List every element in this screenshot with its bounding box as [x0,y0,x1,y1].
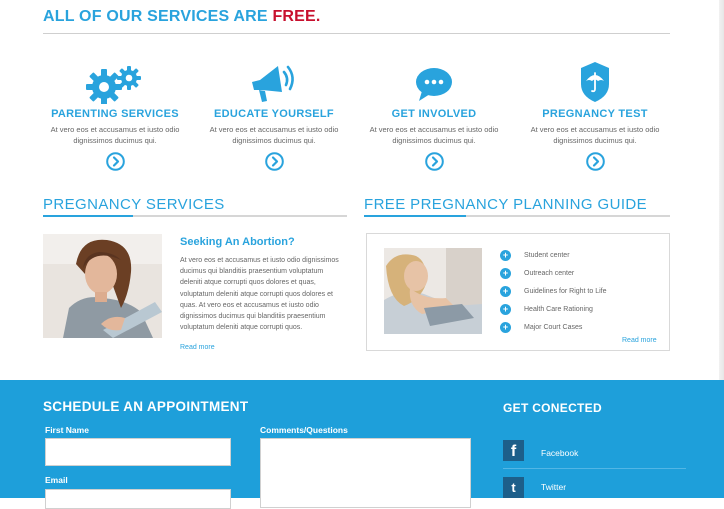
section-divider [43,215,347,217]
article-heading[interactable]: Seeking An Abortion? [180,236,295,248]
headline-divider [43,33,670,34]
headline-free: FREE. [272,8,321,25]
section-divider [364,215,670,217]
headline-text: ALL OF OUR SERVICES ARE [43,8,268,25]
guide-item-label: Outreach center [524,269,575,277]
guide-list-item[interactable]: + Major Court Cases [500,319,607,337]
gears-icon [40,56,190,104]
article-body: At vero eos et accusamus et iusto odio d… [180,257,339,332]
service-title[interactable]: PREGNANCY TEST [520,108,670,120]
service-title[interactable]: PARENTING SERVICES [40,108,190,120]
plus-circle-icon: + [500,285,511,297]
service-description: At vero eos et accusamus et iusto odio d… [209,125,339,145]
service-description: At vero eos et accusamus et iusto odio d… [50,125,180,145]
read-more-link[interactable]: Read more [180,344,215,351]
page-headline: ALL OF OUR SERVICES ARE FREE. [43,8,321,26]
arrow-circle-icon[interactable] [424,152,444,171]
first-name-input[interactable] [45,438,231,466]
page-edge-shadow [719,0,724,380]
plus-circle-icon: + [500,304,511,316]
first-name-label: First Name [45,425,89,435]
service-title[interactable]: EDUCATE YOURSELF [199,108,349,120]
arrow-circle-icon[interactable] [105,152,125,171]
guide-list-item[interactable]: + Outreach center [500,264,607,282]
guide-list-item[interactable]: + Student center [500,246,607,264]
service-card-parenting: PARENTING SERVICES At vero eos et accusa… [40,56,190,171]
guide-list-item[interactable]: + Guidelines for Right to Life [500,282,607,300]
section-title-planning-guide: FREE PREGNANCY PLANNING GUIDE [364,196,648,213]
read-more-link[interactable]: Read more [622,337,657,344]
service-card-pregnancy-test: PREGNANCY TEST At vero eos et accusamus … [520,56,670,171]
guide-list: + Student center + Outreach center + Guidel… [500,246,607,337]
plus-circle-icon: + [500,322,511,334]
plus-circle-icon: + [500,249,511,261]
email-label: Email [45,475,68,485]
email-input[interactable] [45,489,231,509]
twitter-icon[interactable]: t [503,477,524,498]
service-title[interactable]: GET INVOLVED [359,108,509,120]
woman-reading-photo [43,234,162,338]
connect-title: GET CONECTED [503,401,602,415]
appointment-title: SCHEDULE AN APPOINTMENT [43,399,249,414]
service-card-involved: GET INVOLVED At vero eos et accusamus et… [359,56,509,171]
umbrella-shield-icon [520,56,670,104]
arrow-circle-icon[interactable] [585,152,605,171]
guide-list-item[interactable]: + Health Care Rationing [500,301,607,319]
comments-label: Comments/Questions [260,425,348,435]
guide-item-label: Health Care Rationing [524,306,593,314]
arrow-circle-icon[interactable] [264,152,284,171]
plus-circle-icon: + [500,267,511,279]
facebook-icon[interactable]: f [503,440,524,461]
service-description: At vero eos et accusamus et iusto odio d… [530,125,660,145]
section-title-pregnancy-services: PREGNANCY SERVICES [43,196,225,213]
megaphone-icon [199,56,349,104]
guide-item-label: Major Court Cases [524,324,583,332]
guide-item-label: Guidelines for Right to Life [524,287,607,295]
guide-item-label: Student center [524,251,570,259]
social-divider [503,468,686,469]
speech-bubble-icon [359,56,509,104]
service-card-educate: EDUCATE YOURSELF At vero eos et accusamu… [199,56,349,171]
service-description: At vero eos et accusamus et iusto odio d… [369,125,499,145]
twitter-link[interactable]: Twitter [541,482,566,492]
woman-relaxing-photo [384,248,482,334]
facebook-link[interactable]: Facebook [541,448,578,458]
